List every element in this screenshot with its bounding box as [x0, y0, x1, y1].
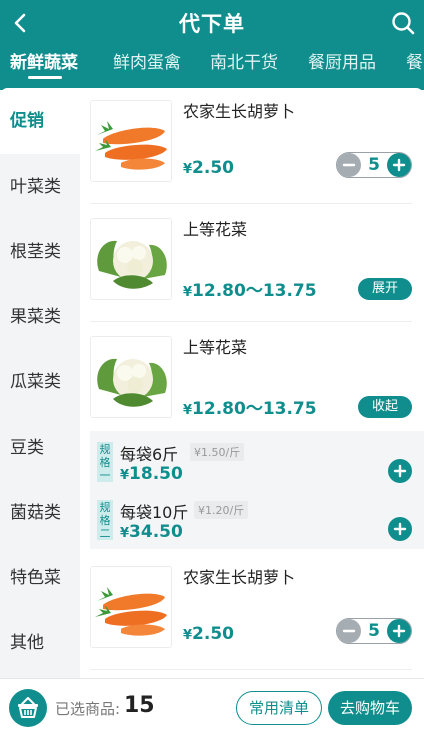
spec-unit-price: ¥1.50/斤 [190, 443, 245, 461]
quantity-value[interactable]: 5 [361, 155, 387, 175]
product-list: 农家生长胡萝卜 ¥2.50 5 上等花菜 ¥12.80～13.75 展开 上等花… [80, 88, 424, 678]
tab-kitchen-supplies[interactable]: 餐厨用品 [308, 48, 376, 73]
product-card[interactable]: 上等花菜 ¥12.80～13.75 收起 [90, 324, 412, 440]
search-icon[interactable] [390, 10, 416, 36]
app-header: 代下单 新鲜蔬菜 鲜肉蛋禽 南北干货 餐厨用品 餐 [0, 0, 424, 90]
product-card[interactable]: 农家生长胡萝卜 ¥2.50 5 [90, 88, 412, 204]
increase-button[interactable] [387, 153, 411, 177]
sidebar-item-root[interactable]: 根茎类 [0, 219, 80, 285]
carrot-image [90, 100, 172, 182]
page-title: 代下单 [179, 12, 245, 36]
decrease-button[interactable] [337, 153, 361, 177]
spec-tag: 规格一 [97, 442, 113, 482]
cauliflower-image [90, 336, 172, 418]
add-spec-button[interactable] [388, 459, 412, 483]
quantity-stepper: 5 [336, 152, 412, 178]
quantity-value[interactable]: 5 [361, 621, 387, 641]
tab-more[interactable]: 餐 [406, 48, 423, 73]
sidebar-item-promotion[interactable]: 促销 [0, 88, 80, 154]
spec-row: 规格二 每袋10斤 ¥1.20/斤 ¥34.50 [90, 491, 424, 547]
product-name: 农家生长胡萝卜 [183, 102, 296, 121]
sidebar-item-fruit-veg[interactable]: 果菜类 [0, 284, 80, 350]
tab-fresh-vegetables[interactable]: 新鲜蔬菜 [10, 48, 78, 73]
spec-name: 每袋6斤 [120, 445, 179, 464]
product-price: ¥12.80～13.75 [183, 281, 317, 301]
product-name: 农家生长胡萝卜 [183, 568, 296, 587]
spec-price: ¥34.50 [120, 522, 183, 542]
category-tabs: 新鲜蔬菜 鲜肉蛋禽 南北干货 餐厨用品 餐 [0, 48, 424, 82]
basket-icon[interactable] [9, 689, 47, 727]
spec-tag: 规格二 [97, 500, 113, 540]
bottom-bar: 已选商品: 15 常用清单 去购物车 [0, 678, 424, 732]
common-list-button[interactable]: 常用清单 [236, 691, 322, 725]
cauliflower-image [90, 218, 172, 300]
sidebar-item-specialty[interactable]: 特色菜 [0, 545, 80, 611]
go-to-cart-button[interactable]: 去购物车 [328, 691, 412, 725]
product-name: 上等花菜 [183, 220, 248, 239]
product-card[interactable]: 农家生长胡萝卜 ¥2.50 5 [90, 554, 412, 670]
collapse-button[interactable]: 收起 [358, 396, 412, 418]
selected-items-label: 已选商品: [55, 700, 121, 718]
spec-options: 规格一 每袋6斤 ¥1.50/斤 ¥18.50 规格二 每袋10斤 ¥1.20/… [90, 431, 424, 549]
sidebar-item-beans[interactable]: 豆类 [0, 415, 80, 481]
add-spec-button[interactable] [388, 517, 412, 541]
product-price: ¥2.50 [183, 624, 234, 644]
sidebar-item-melon[interactable]: 瓜菜类 [0, 349, 80, 415]
product-name: 上等花菜 [183, 338, 248, 357]
spec-unit-price: ¥1.20/斤 [194, 501, 249, 519]
spec-price: ¥18.50 [120, 464, 183, 484]
sidebar-item-other[interactable]: 其他 [0, 610, 80, 676]
sidebar-item-mushroom[interactable]: 菌菇类 [0, 480, 80, 546]
expand-button[interactable]: 展开 [358, 278, 412, 300]
tab-meat-eggs-poultry[interactable]: 鲜肉蛋禽 [113, 48, 181, 73]
category-sidebar: 促销 叶菜类 根茎类 果菜类 瓜菜类 豆类 菌菇类 特色菜 其他 [0, 88, 80, 678]
product-price: ¥12.80～13.75 [183, 399, 317, 419]
spec-name: 每袋10斤 [120, 503, 189, 522]
tab-dry-goods[interactable]: 南北干货 [210, 48, 278, 73]
sidebar-item-leafy[interactable]: 叶菜类 [0, 154, 80, 220]
product-card[interactable]: 上等花菜 ¥12.80～13.75 展开 [90, 206, 412, 322]
content-area: 促销 叶菜类 根茎类 果菜类 瓜菜类 豆类 菌菇类 特色菜 其他 农家生长胡萝卜… [0, 88, 424, 678]
increase-button[interactable] [387, 619, 411, 643]
decrease-button[interactable] [337, 619, 361, 643]
active-tab-indicator [28, 76, 62, 79]
product-price: ¥2.50 [183, 158, 234, 178]
quantity-stepper: 5 [336, 618, 412, 644]
spec-row: 规格一 每袋6斤 ¥1.50/斤 ¥18.50 [90, 433, 424, 489]
carrot-image [90, 566, 172, 648]
selected-items-count: 15 [124, 693, 155, 718]
